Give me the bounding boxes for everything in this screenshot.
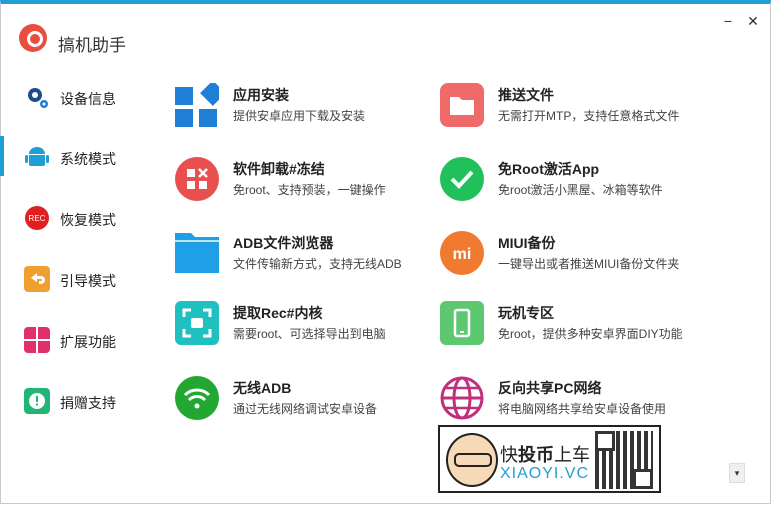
- close-button[interactable]: ✕: [745, 13, 761, 29]
- sidebar-item-recovery-mode[interactable]: REC 恢复模式: [0, 197, 150, 237]
- card-push-file[interactable]: 推送文件 无需打开MTP，支持任意格式文件: [440, 83, 700, 143]
- grid-icon: [24, 327, 50, 353]
- card-title: MIUI备份: [498, 235, 556, 251]
- card-title: ADB文件浏览器: [233, 235, 334, 251]
- title-bar: 搞机助手 − ✕: [1, 4, 770, 64]
- qr-code-image: [595, 431, 653, 489]
- sidebar-item-label: 恢复模式: [60, 212, 116, 228]
- sidebar-item-extensions[interactable]: 扩展功能: [0, 319, 150, 359]
- promo-slogan-part: 投币: [518, 445, 554, 465]
- globe-icon: [440, 376, 484, 420]
- rec-icon: REC: [25, 206, 49, 230]
- gear-icon: [28, 88, 48, 108]
- card-title: 软件卸载#冻结: [233, 161, 325, 177]
- sidebar-item-label: 捐赠支持: [60, 395, 116, 411]
- promo-banner[interactable]: 快投币上车 XIAOYI.VC: [438, 425, 661, 493]
- card-title: 应用安装: [233, 87, 289, 103]
- sidebar-item-device-info[interactable]: 设备信息: [0, 76, 150, 116]
- mascot-image: [446, 433, 498, 487]
- app-logo-icon: [19, 24, 47, 52]
- card-miui-backup[interactable]: mi MIUI备份 一键导出或者推送MIUI备份文件夹: [440, 231, 700, 291]
- card-title: 反向共享PC网络: [498, 380, 602, 396]
- card-adb-file-browser[interactable]: ADB文件浏览器 文件传输新方式，支持无线ADB: [175, 231, 435, 291]
- uninstall-icon: [175, 157, 219, 201]
- card-play-zone[interactable]: 玩机专区 免root，提供多种安卓界面DIY功能: [440, 301, 700, 361]
- sidebar-item-system-mode[interactable]: 系统模式: [0, 136, 150, 176]
- promo-slogan-part: 上车: [554, 445, 590, 465]
- card-extract-rec[interactable]: 提取Rec#内核 需要root、可选择导出到电脑: [175, 301, 435, 361]
- card-desc: 文件传输新方式，支持无线ADB: [233, 257, 402, 271]
- svg-text:mi: mi: [453, 246, 472, 263]
- svg-text:REC: REC: [29, 214, 46, 223]
- card-uninstall[interactable]: 软件卸载#冻结 免root、支持预装，一键操作: [175, 157, 435, 217]
- card-title: 玩机专区: [498, 305, 554, 321]
- app-store-icon: [175, 83, 219, 127]
- card-desc: 无需打开MTP，支持任意格式文件: [498, 109, 680, 123]
- alert-icon: [24, 388, 50, 414]
- android-icon: [25, 147, 49, 166]
- card-desc: 通过无线网络调试安卓设备: [233, 402, 378, 416]
- mi-icon: mi: [440, 231, 484, 275]
- card-desc: 将电脑网络共享给安卓设备使用: [498, 402, 667, 416]
- folder-icon: [440, 83, 484, 127]
- sidebar-item-label: 设备信息: [60, 91, 116, 107]
- minimize-button[interactable]: −: [720, 13, 736, 29]
- card-title: 免Root激活App: [498, 161, 600, 177]
- card-desc: 一键导出或者推送MIUI备份文件夹: [498, 257, 680, 271]
- sidebar-item-label: 系统模式: [60, 151, 116, 167]
- folder-open-icon: [175, 233, 219, 273]
- card-desc: 提供安卓应用下载及安装: [233, 109, 366, 123]
- app-title: 搞机助手: [58, 36, 126, 55]
- card-wireless-adb[interactable]: 无线ADB 通过无线网络调试安卓设备: [175, 376, 435, 436]
- card-title: 提取Rec#内核: [233, 305, 323, 321]
- card-desc: 免root，提供多种安卓界面DIY功能: [498, 327, 683, 341]
- card-app-install[interactable]: 应用安装 提供安卓应用下载及安装: [175, 83, 435, 143]
- promo-slogan-part: 快: [500, 445, 518, 465]
- card-activate-app[interactable]: 免Root激活App 免root激活小黑屋、冰箱等软件: [440, 157, 700, 217]
- promo-site: XIAOYI.VC: [500, 465, 590, 482]
- sidebar-item-donate[interactable]: 捐赠支持: [0, 380, 150, 420]
- dropdown-arrow-icon[interactable]: ▾: [729, 463, 745, 483]
- card-desc: 免root激活小黑屋、冰箱等软件: [498, 183, 663, 197]
- sidebar-item-label: 扩展功能: [60, 334, 116, 350]
- card-title: 无线ADB: [233, 380, 292, 396]
- check-icon: [440, 157, 484, 201]
- sidebar-item-bootloader-mode[interactable]: 引导模式: [0, 258, 150, 298]
- screenshot-icon: [175, 301, 219, 345]
- phone-icon: [440, 301, 484, 345]
- card-title: 推送文件: [498, 87, 554, 103]
- card-desc: 免root、支持预装，一键操作: [233, 183, 386, 197]
- selected-indicator: [0, 136, 4, 176]
- back-arrow-icon: [24, 266, 50, 292]
- card-desc: 需要root、可选择导出到电脑: [233, 327, 386, 341]
- sidebar-item-label: 引导模式: [60, 273, 116, 289]
- promo-slogan: 快投币上车: [500, 441, 590, 467]
- wifi-icon: [175, 376, 219, 420]
